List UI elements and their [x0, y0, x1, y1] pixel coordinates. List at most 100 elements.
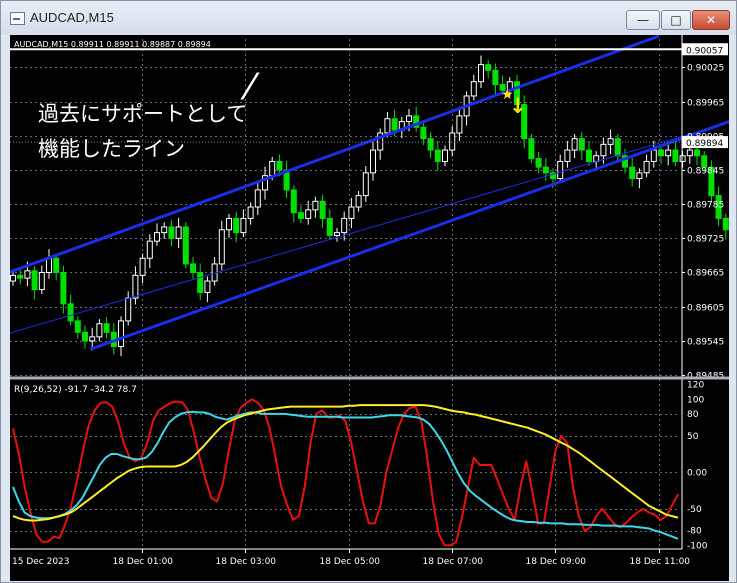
candle-body — [442, 149, 448, 162]
chart-canvas[interactable]: 0.90057 0.89894 AUDCAD,M15 0.89911 0.899… — [10, 35, 729, 581]
candle-body — [607, 138, 614, 145]
candle-body — [650, 149, 657, 162]
candle-body — [38, 271, 45, 291]
window-title: AUDCAD,M15 — [30, 10, 114, 25]
candle-body — [492, 69, 499, 86]
candle-body — [629, 166, 636, 180]
candle-body — [175, 226, 182, 239]
candle-body — [276, 160, 283, 171]
candle-body — [197, 271, 204, 293]
candle-body — [204, 280, 211, 293]
candle-body — [161, 226, 168, 234]
indicator-header: R(9,26,52) -91.7 -34.2 78.7 — [14, 385, 137, 395]
candle-body — [564, 149, 571, 162]
price-tick-label: 0.90025 — [687, 64, 724, 74]
annotation-text-line2[interactable]: 機能したライン — [38, 137, 185, 161]
candle-body — [46, 257, 52, 273]
annotation-text-line1[interactable]: 過去にサポートとして — [38, 102, 247, 126]
channel-lines[interactable] — [10, 35, 729, 351]
candle-body — [420, 126, 427, 140]
candle-body — [132, 274, 139, 299]
candle-body — [578, 138, 585, 151]
candle-body — [190, 263, 196, 273]
candle-body — [233, 217, 240, 234]
candle-body — [118, 320, 124, 348]
price-tick-label: 0.89725 — [687, 235, 724, 245]
candle-body — [434, 149, 441, 162]
channel-line-lower — [89, 120, 729, 351]
time-tick-label: 18 Dec 03:00 — [216, 557, 277, 567]
symbol-ohlc-header: AUDCAD,M15 0.89911 0.89911 0.89887 0.898… — [14, 40, 211, 49]
candle-body — [427, 138, 434, 151]
indicator-tick-label: 0.00 — [687, 468, 707, 478]
candle-body — [686, 149, 693, 157]
chart-area[interactable]: 0.90057 0.89894 AUDCAD,M15 0.89911 0.899… — [10, 35, 729, 581]
candle-body — [53, 257, 60, 273]
candle-body — [247, 206, 254, 219]
down-arrow-icon[interactable]: ↓ — [509, 94, 527, 118]
indicator-axis: 120 100 80 50 0.00 -50 -80 -100 — [687, 381, 708, 552]
candle-body — [571, 138, 578, 151]
candle-body — [679, 155, 686, 162]
time-tick-label: 18 Dec 11:00 — [630, 557, 691, 567]
candle-body — [384, 118, 391, 134]
indicator-tick-label: 80 — [687, 410, 699, 420]
candle-body — [10, 274, 16, 282]
candle-body — [557, 160, 564, 180]
candle-body — [600, 143, 607, 157]
candle-body — [67, 303, 74, 322]
chart-window-icon — [10, 12, 25, 25]
candle-body — [125, 297, 132, 322]
candle-body — [636, 172, 643, 180]
candle-body — [139, 257, 146, 276]
close-button[interactable]: ✕ — [692, 10, 730, 30]
candle-body — [168, 226, 175, 239]
candle-body — [478, 64, 484, 83]
minimize-button[interactable]: — — [626, 10, 660, 30]
candle-body — [614, 138, 621, 157]
candle-body — [701, 155, 708, 168]
candle-body — [305, 209, 312, 219]
indicator-line-2 — [12, 410, 679, 540]
candle-body — [146, 240, 153, 259]
price-tick-label: 0.89785 — [687, 201, 724, 211]
candle-body — [96, 323, 103, 338]
candle-body — [319, 200, 326, 219]
maximize-button[interactable]: □ — [661, 10, 691, 30]
candle-body — [334, 232, 340, 236]
candle-body — [24, 270, 31, 279]
candle-body — [326, 217, 333, 236]
candle-body — [449, 132, 456, 151]
candle-body — [290, 189, 297, 214]
candle-body — [341, 217, 348, 234]
indicator-tick-label: -100 — [687, 541, 708, 551]
horizontal-line-label: 0.90057 — [686, 46, 723, 56]
price-candles — [10, 55, 729, 357]
candle-body — [694, 149, 700, 157]
candle-body — [348, 206, 355, 219]
candle-body — [312, 200, 319, 211]
candle-body — [456, 115, 463, 134]
price-tick-label: 0.89845 — [687, 167, 724, 177]
time-tick-label: 18 Dec 01:00 — [113, 557, 174, 567]
candle-body — [31, 270, 38, 291]
candle-body — [298, 212, 304, 219]
price-tick-label: 0.89905 — [687, 133, 724, 143]
candle-body — [665, 149, 672, 157]
candle-body — [103, 323, 110, 333]
title-bar[interactable]: AUDCAD,M15 — □ ✕ — [1, 1, 736, 35]
indicator-tick-label: 50 — [687, 432, 699, 442]
indicator-tick-label: 100 — [687, 395, 704, 405]
candle-body — [542, 166, 549, 174]
time-axis[interactable]: 15 Dec 2023 18 Dec 01:00 18 Dec 03:00 18 De… — [10, 548, 729, 567]
indicator-levels — [10, 414, 680, 532]
price-tick-label: 0.89665 — [687, 269, 724, 279]
price-tick-label: 0.89545 — [687, 338, 724, 348]
price-tick-label: 0.89965 — [687, 99, 724, 109]
candle-body — [355, 195, 362, 208]
candle-body — [154, 232, 160, 242]
candle-body — [240, 217, 247, 234]
candle-body — [370, 149, 376, 174]
candle-body — [254, 189, 261, 208]
price-tick-label: 0.89605 — [687, 304, 724, 314]
